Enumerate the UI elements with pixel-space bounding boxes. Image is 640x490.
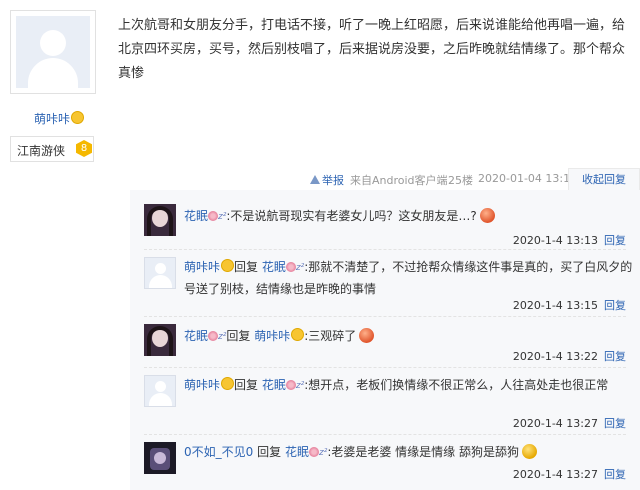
post-tail: 举报 来自Android客户端 25楼 2020-01-04 13:11 收起回… <box>300 168 640 191</box>
rank-title: 江南游侠 <box>17 144 66 158</box>
sleep-icon: z² <box>295 263 305 273</box>
author-name-link[interactable]: 萌咔咔 <box>34 110 85 127</box>
reply-meta: 2020-1-4 13:15 回复 <box>513 297 626 313</box>
reply-divider <box>144 316 626 317</box>
reply-divider <box>144 434 626 435</box>
reply-user[interactable]: 萌咔咔 <box>184 260 220 274</box>
flower-icon <box>208 211 219 221</box>
reply-text-line: 0不如_不见0 回复 花眠 z²:老婆是老婆 情缘是情缘 舔狗是舔狗 <box>184 442 634 464</box>
smile-icon <box>221 377 235 390</box>
smile-icon <box>71 111 85 124</box>
reply-text: :老婆是老婆 情缘是情缘 舔狗是舔狗 <box>327 445 519 459</box>
yellow-face-emoji-icon <box>522 444 537 459</box>
author-name[interactable]: 萌咔咔 <box>34 112 70 126</box>
reply-target-user[interactable]: 萌咔咔 <box>254 329 290 343</box>
reply-user[interactable]: 花眠 <box>184 209 208 223</box>
reply-meta: 2020-1-4 13:27 回复 <box>513 415 626 431</box>
reply-button[interactable]: 回复 <box>604 299 626 312</box>
reply-time: 2020-1-4 13:27 <box>512 417 598 430</box>
girl-avatar-icon[interactable] <box>144 204 176 236</box>
reply-divider <box>144 367 626 368</box>
default-avatar-icon[interactable] <box>144 375 176 407</box>
girl-avatar-icon[interactable] <box>144 324 176 356</box>
post-source: 来自Android客户端 <box>350 174 448 187</box>
rank-badge[interactable]: 江南游侠 8 <box>10 136 94 162</box>
flower-icon <box>208 331 219 341</box>
reply-time: 2020-1-4 13:22 <box>512 350 598 363</box>
reply-target-user[interactable]: 花眠 <box>262 260 286 274</box>
reply-user[interactable]: 花眠 <box>184 329 208 343</box>
reply-meta: 2020-1-4 13:22 回复 <box>513 348 626 364</box>
default-avatar-icon[interactable] <box>144 257 176 289</box>
smile-icon <box>221 259 235 272</box>
reply-list: 花眠 z²:不是说航哥现实有老婆女儿吗？这女朋友是…? 2020-1-4 13:1… <box>130 190 640 490</box>
reply-text-line: 萌咔咔 回复 花眠 z²:想开点，老板们换情缘不很正常么，人往高处走也很正常 <box>184 375 634 397</box>
post-floor: 25楼 <box>448 174 473 187</box>
reply-word: 回复 <box>234 260 259 274</box>
report-link[interactable]: 举报 <box>322 172 344 188</box>
reply-text-line: 萌咔咔 回复 花眠 z²:那就不清楚了，不过抢帮众情缘这件事是真的，买了白风夕的号送… <box>184 257 634 300</box>
default-avatar-icon <box>16 16 90 88</box>
reply-time: 2020-1-4 13:27 <box>512 468 598 481</box>
reply-word: 回复 <box>257 445 282 459</box>
warning-icon <box>310 175 320 184</box>
reply-text: :三观碎了 <box>304 329 357 343</box>
reply-button[interactable]: 回复 <box>604 468 626 481</box>
reply-user[interactable]: 0不如_不见0 <box>184 445 253 459</box>
author-panel: 萌咔咔 江南游侠 8 <box>0 0 110 484</box>
reply-divider <box>144 249 626 250</box>
reply-target-user[interactable]: 花眠 <box>262 378 286 392</box>
sleep-icon: z² <box>295 381 305 391</box>
collapse-replies-button[interactable]: 收起回复 <box>568 168 640 191</box>
reply-meta: 2020-1-4 13:27 回复 <box>513 466 626 482</box>
post-content: 上次航哥和女朋友分手，打电话不接，听了一晚上红昭愿，后来说谁能给他再唱一遍，给北… <box>118 18 626 81</box>
reply-word: 回复 <box>226 329 251 343</box>
reply-button[interactable]: 回复 <box>604 417 626 430</box>
reply-button[interactable]: 回复 <box>604 234 626 247</box>
reply-user[interactable]: 萌咔咔 <box>184 378 220 392</box>
rank-level-icon: 8 <box>76 140 92 157</box>
reply-text-line: 花眠 z²回复 萌咔咔:三观碎了 <box>184 326 634 348</box>
reply-target-user[interactable]: 花眠 <box>285 445 309 459</box>
red-face-emoji-icon <box>359 328 375 343</box>
reply-text: :想开点，老板们换情缘不很正常么，人往高处走也很正常 <box>304 378 609 392</box>
smile-icon <box>291 328 305 341</box>
reply-word: 回复 <box>234 378 259 392</box>
post-time: 2020-01-04 13:11 <box>478 172 578 185</box>
red-face-emoji-icon <box>479 208 495 223</box>
reply-time: 2020-1-4 13:13 <box>512 234 598 247</box>
reply-text-line: 花眠 z²:不是说航哥现实有老婆女儿吗？这女朋友是…? <box>184 206 634 228</box>
reply-button[interactable]: 回复 <box>604 350 626 363</box>
reply-text: :不是说航哥现实有老婆女儿吗？这女朋友是…? <box>226 209 477 223</box>
reply-meta: 2020-1-4 13:13 回复 <box>513 232 626 248</box>
author-avatar[interactable] <box>10 10 96 94</box>
flower-icon <box>285 262 296 272</box>
reply-time: 2020-1-4 13:15 <box>512 299 598 312</box>
flower-icon <box>308 447 319 457</box>
flower-icon <box>285 380 296 390</box>
dark-avatar-icon[interactable] <box>144 442 176 474</box>
